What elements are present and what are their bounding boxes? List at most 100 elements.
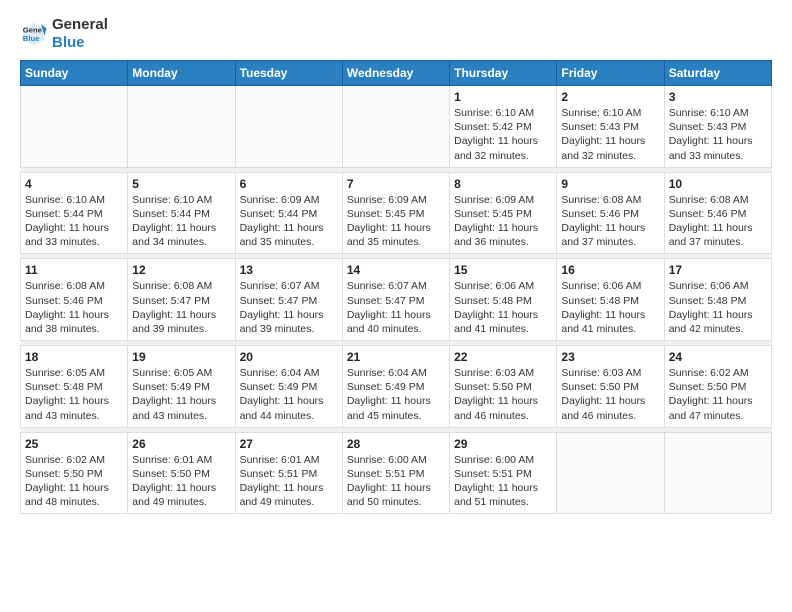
logo-general: Gene [52,16,90,33]
calendar-cell: 16Sunrise: 6:06 AM Sunset: 5:48 PM Dayli… [557,259,664,341]
day-info: Sunrise: 6:07 AM Sunset: 5:47 PM Dayligh… [240,279,338,336]
calendar-cell: 21Sunrise: 6:04 AM Sunset: 5:49 PM Dayli… [342,346,449,428]
day-number: 10 [669,177,767,191]
svg-text:Blue: Blue [23,34,40,43]
day-info: Sunrise: 6:09 AM Sunset: 5:44 PM Dayligh… [240,193,338,250]
day-info: Sunrise: 6:05 AM Sunset: 5:48 PM Dayligh… [25,366,123,423]
day-info: Sunrise: 6:02 AM Sunset: 5:50 PM Dayligh… [669,366,767,423]
day-info: Sunrise: 6:02 AM Sunset: 5:50 PM Dayligh… [25,453,123,510]
calendar-week-row: 25 Sunrise: 6:02 AM Sunset: 5:50 PM Dayli… [21,432,772,514]
day-number: 19 [132,350,230,364]
day-number: 9 [561,177,659,191]
calendar-body: 1 Sunrise: 6:10 AM Sunset: 5:42 PM Daylig… [21,86,772,514]
page-header: Gene Blue General Blue [20,16,772,52]
day-number: 1 [454,90,552,104]
logo-icon: Gene Blue [20,20,48,48]
day-number: 2 [561,90,659,104]
day-number: 11 [25,263,123,277]
day-number: 14 [347,263,445,277]
day-number: 29 [454,437,552,451]
calendar-cell [235,86,342,168]
svg-text:Gene: Gene [23,26,43,35]
day-info: Sunrise: 6:08 AM Sunset: 5:47 PM Dayligh… [132,279,230,336]
calendar-cell: 19 Sunrise: 6:05 AM Sunset: 5:49 PM Dayli… [128,346,235,428]
logo-blue: Blue [52,34,85,51]
weekday-header-thursday: Thursday [450,61,557,86]
calendar-cell: 7 Sunrise: 6:09 AM Sunset: 5:45 PM Daylig… [342,172,449,254]
day-number: 18 [25,350,123,364]
day-number: 23 [561,350,659,364]
weekday-header-saturday: Saturday [664,61,771,86]
day-info: Sunrise: 6:04 AM Sunset: 5:49 PM Dayligh… [347,366,445,423]
day-info: Sunrise: 6:04 AM Sunset: 5:49 PM Dayligh… [240,366,338,423]
day-info: Sunrise: 6:10 AM Sunset: 5:44 PM Dayligh… [25,193,123,250]
day-info: Sunrise: 6:09 AM Sunset: 5:45 PM Dayligh… [454,193,552,250]
calendar-header: SundayMondayTuesdayWednesdayThursdayFrid… [21,61,772,86]
calendar-week-row: 18 Sunrise: 6:05 AM Sunset: 5:48 PM Dayli… [21,346,772,428]
day-number: 22 [454,350,552,364]
day-info: Sunrise: 6:06 AM Sunset: 5:48 PM Dayligh… [669,279,767,336]
calendar-cell: 3 Sunrise: 6:10 AM Sunset: 5:43 PM Daylig… [664,86,771,168]
day-info: Sunrise: 6:00 AM Sunset: 5:51 PM Dayligh… [454,453,552,510]
day-info: Sunrise: 6:01 AM Sunset: 5:51 PM Dayligh… [240,453,338,510]
day-info: Sunrise: 6:10 AM Sunset: 5:42 PM Dayligh… [454,106,552,163]
day-info: Sunrise: 6:00 AM Sunset: 5:51 PM Dayligh… [347,453,445,510]
calendar-cell: 5 Sunrise: 6:10 AM Sunset: 5:44 PM Daylig… [128,172,235,254]
day-number: 17 [669,263,767,277]
weekday-header-row: SundayMondayTuesdayWednesdayThursdayFrid… [21,61,772,86]
calendar-cell: 15Sunrise: 6:06 AM Sunset: 5:48 PM Dayli… [450,259,557,341]
weekday-header-monday: Monday [128,61,235,86]
calendar-cell: 28Sunrise: 6:00 AM Sunset: 5:51 PM Dayli… [342,432,449,514]
calendar-cell: 25 Sunrise: 6:02 AM Sunset: 5:50 PM Dayli… [21,432,128,514]
day-info: Sunrise: 6:10 AM Sunset: 5:43 PM Dayligh… [561,106,659,163]
day-number: 16 [561,263,659,277]
calendar-cell: 4 Sunrise: 6:10 AM Sunset: 5:44 PM Daylig… [21,172,128,254]
day-number: 6 [240,177,338,191]
calendar-cell: 29 Sunrise: 6:00 AM Sunset: 5:51 PM Dayli… [450,432,557,514]
day-info: Sunrise: 6:10 AM Sunset: 5:44 PM Dayligh… [132,193,230,250]
day-info: Sunrise: 6:05 AM Sunset: 5:49 PM Dayligh… [132,366,230,423]
day-info: Sunrise: 6:09 AM Sunset: 5:45 PM Dayligh… [347,193,445,250]
calendar-cell [128,86,235,168]
weekday-header-tuesday: Tuesday [235,61,342,86]
logo-text: General Blue [52,16,108,52]
calendar-cell: 26 Sunrise: 6:01 AM Sunset: 5:50 PM Dayli… [128,432,235,514]
calendar-cell: 6 Sunrise: 6:09 AM Sunset: 5:44 PM Daylig… [235,172,342,254]
day-info: Sunrise: 6:07 AM Sunset: 5:47 PM Dayligh… [347,279,445,336]
day-number: 7 [347,177,445,191]
day-number: 3 [669,90,767,104]
calendar-cell: 10 Sunrise: 6:08 AM Sunset: 5:46 PM Dayli… [664,172,771,254]
day-number: 24 [669,350,767,364]
day-info: Sunrise: 6:06 AM Sunset: 5:48 PM Dayligh… [454,279,552,336]
calendar-cell: 18 Sunrise: 6:05 AM Sunset: 5:48 PM Dayli… [21,346,128,428]
day-number: 20 [240,350,338,364]
day-info: Sunrise: 6:08 AM Sunset: 5:46 PM Dayligh… [25,279,123,336]
day-number: 26 [132,437,230,451]
weekday-header-sunday: Sunday [21,61,128,86]
calendar-cell: 27Sunrise: 6:01 AM Sunset: 5:51 PM Dayli… [235,432,342,514]
day-number: 13 [240,263,338,277]
day-number: 4 [25,177,123,191]
calendar-cell: 8 Sunrise: 6:09 AM Sunset: 5:45 PM Daylig… [450,172,557,254]
calendar-cell [21,86,128,168]
calendar-cell: 20 Sunrise: 6:04 AM Sunset: 5:49 PM Dayli… [235,346,342,428]
calendar-table: SundayMondayTuesdayWednesdayThursdayFrid… [20,60,772,514]
day-info: Sunrise: 6:10 AM Sunset: 5:43 PM Dayligh… [669,106,767,163]
calendar-cell: 1 Sunrise: 6:10 AM Sunset: 5:42 PM Daylig… [450,86,557,168]
calendar-cell: 14 Sunrise: 6:07 AM Sunset: 5:47 PM Dayli… [342,259,449,341]
day-number: 8 [454,177,552,191]
day-info: Sunrise: 6:03 AM Sunset: 5:50 PM Dayligh… [454,366,552,423]
calendar-cell: 17 Sunrise: 6:06 AM Sunset: 5:48 PM Dayli… [664,259,771,341]
calendar-week-row: 1 Sunrise: 6:10 AM Sunset: 5:42 PM Daylig… [21,86,772,168]
day-number: 25 [25,437,123,451]
calendar-cell [557,432,664,514]
day-number: 5 [132,177,230,191]
calendar-cell [342,86,449,168]
logo: Gene Blue General Blue [20,16,108,52]
calendar-cell: 22 Sunrise: 6:03 AM Sunset: 5:50 PM Dayli… [450,346,557,428]
day-info: Sunrise: 6:08 AM Sunset: 5:46 PM Dayligh… [669,193,767,250]
day-info: Sunrise: 6:01 AM Sunset: 5:50 PM Dayligh… [132,453,230,510]
day-number: 12 [132,263,230,277]
calendar-cell: 23Sunrise: 6:03 AM Sunset: 5:50 PM Dayli… [557,346,664,428]
calendar-cell: 12 Sunrise: 6:08 AM Sunset: 5:47 PM Dayli… [128,259,235,341]
